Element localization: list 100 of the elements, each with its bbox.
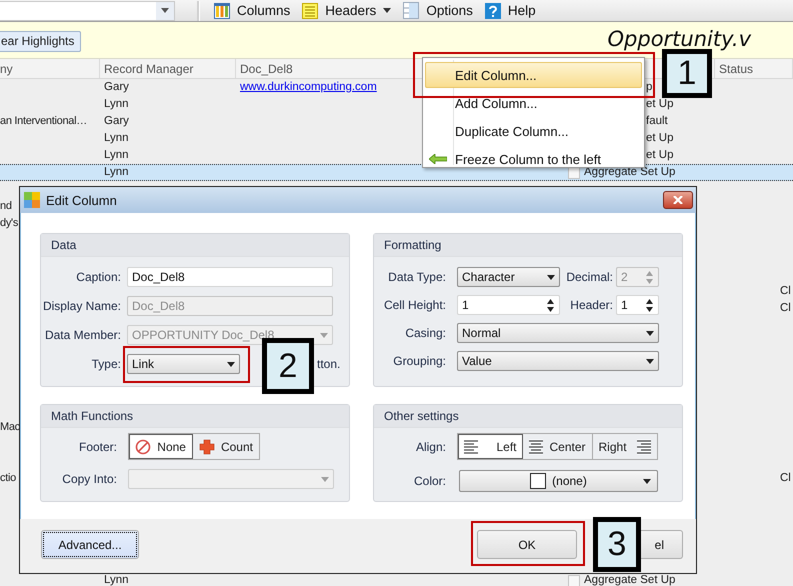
spin-field[interactable]: 1 — [616, 295, 659, 315]
field-label: Align: — [414, 440, 447, 454]
caret-icon — [383, 8, 392, 13]
group-title: Data — [41, 234, 349, 257]
caret-icon — [646, 358, 654, 364]
menu-item[interactable]: Duplicate Column... — [425, 118, 642, 144]
table-cell: Cl — [780, 302, 791, 315]
columns-icon — [214, 2, 230, 18]
field-label: Caption: — [75, 270, 122, 284]
group-title: Math Functions — [41, 405, 349, 428]
table-cell: Gary — [104, 115, 129, 128]
clear-highlights-button[interactable]: ear Highlights — [0, 30, 82, 52]
table-cell: Mac — [0, 421, 20, 434]
dropdown[interactable]: Character — [457, 267, 560, 287]
dialog-title: Edit Column — [46, 192, 117, 208]
arrow-left-icon — [429, 154, 447, 164]
toolbar-button[interactable]: Help — [482, 0, 538, 20]
align-left-icon — [464, 440, 478, 454]
close-button[interactable] — [663, 191, 693, 209]
spinner-arrows-icon — [547, 298, 554, 312]
table-cell: ctio — [0, 472, 16, 485]
field-label: Display Name: — [42, 299, 122, 313]
notepad-icon — [302, 2, 318, 18]
field-label: Decimal: — [565, 270, 614, 284]
link[interactable]: www.durkincomputing.com — [240, 81, 377, 94]
column-header[interactable]: ny — [0, 62, 13, 76]
spin-field[interactable]: 1 — [457, 295, 560, 315]
table-cell: Cl — [780, 472, 791, 485]
view-title: Opportunity.v — [608, 27, 752, 51]
caret-icon — [643, 479, 651, 484]
note-text: tton. — [317, 357, 340, 371]
spinner-arrows-icon — [646, 298, 653, 312]
step-number: 1 — [662, 49, 712, 98]
align-center-icon — [529, 440, 544, 454]
table-cell: et Up — [646, 132, 674, 145]
segment-button[interactable]: None — [129, 434, 193, 459]
table-cell: Cl — [780, 285, 791, 298]
close-icon — [673, 196, 683, 204]
field-label: Cell Height: — [382, 298, 447, 312]
menu-item[interactable]: Add Column... — [425, 90, 642, 116]
field-label: Casing: — [404, 326, 447, 340]
step-number: 2 — [262, 338, 314, 394]
caret-icon — [547, 274, 555, 280]
dropdown[interactable]: Link — [127, 354, 240, 374]
column-header[interactable]: Record Manager — [104, 62, 194, 76]
text-field[interactable]: Doc_Del8 — [127, 267, 333, 287]
field-label: Type: — [90, 357, 122, 371]
row-checkbox[interactable] — [568, 574, 580, 586]
field-label: Data Type: — [387, 270, 447, 284]
field-label: Footer: — [78, 440, 118, 454]
group-title: Other settings — [374, 405, 682, 428]
table-cell: et Up — [646, 149, 674, 162]
toolbar-button[interactable]: Columns — [212, 0, 292, 20]
align-right-icon — [637, 440, 651, 454]
prohibited-icon — [135, 438, 151, 454]
table-cell: dy's — [0, 217, 18, 230]
table-cell: p — [646, 81, 652, 94]
column-header[interactable]: Doc_Del8 — [240, 62, 293, 76]
panel-icon — [403, 2, 420, 19]
dialog-button[interactable]: el — [641, 530, 683, 559]
group-title: Formatting — [374, 234, 682, 257]
dialog-button[interactable]: OK — [477, 530, 577, 559]
dropdown[interactable]: Value — [457, 351, 659, 371]
menu-item[interactable]: Edit Column... — [425, 62, 642, 88]
table-cell: Lynn — [104, 132, 129, 145]
field-label: Data Member: — [44, 328, 122, 342]
spinner-arrows-icon — [646, 270, 653, 284]
table-cell: Lynn — [104, 166, 129, 179]
color-swatch — [530, 473, 546, 489]
dropdown[interactable]: Normal — [457, 323, 659, 343]
segment-button[interactable]: Right — [592, 434, 657, 459]
field-label: Header: — [569, 298, 614, 312]
table-cell: Gary — [104, 81, 129, 94]
table-cell: nd — [0, 200, 12, 213]
segment-button[interactable]: Count — [192, 434, 259, 459]
table-cell: an Interventional… — [0, 115, 87, 128]
help-icon — [484, 2, 501, 18]
dialog-button[interactable]: Advanced... — [41, 530, 139, 559]
caret-icon — [161, 8, 169, 13]
table-cell: Lynn — [104, 574, 129, 586]
caret-icon — [227, 362, 235, 366]
segment-button[interactable]: Center — [523, 434, 593, 459]
table-cell: Lynn — [104, 149, 129, 162]
caret-icon — [646, 330, 654, 336]
puzzle-icon — [24, 192, 40, 208]
table-cell: Lynn — [104, 98, 129, 111]
cross-icon — [198, 438, 215, 454]
color-dropdown[interactable]: (none) — [459, 470, 658, 492]
toolbar-button[interactable]: Options — [401, 0, 475, 20]
caret-icon — [321, 476, 329, 482]
toolbar-button[interactable]: Headers — [300, 0, 394, 20]
table-cell: et Up — [646, 98, 674, 111]
field-label: Copy Into: — [61, 472, 118, 486]
view-dropdown[interactable] — [0, 0, 175, 20]
segment-button[interactable]: Left — [458, 434, 524, 459]
table-cell: fault — [646, 115, 668, 128]
column-header[interactable]: Status — [719, 62, 754, 76]
field-label: Grouping: — [392, 354, 447, 368]
table-cell: Aggregate Set Up — [584, 574, 676, 586]
caret-icon — [320, 332, 328, 338]
